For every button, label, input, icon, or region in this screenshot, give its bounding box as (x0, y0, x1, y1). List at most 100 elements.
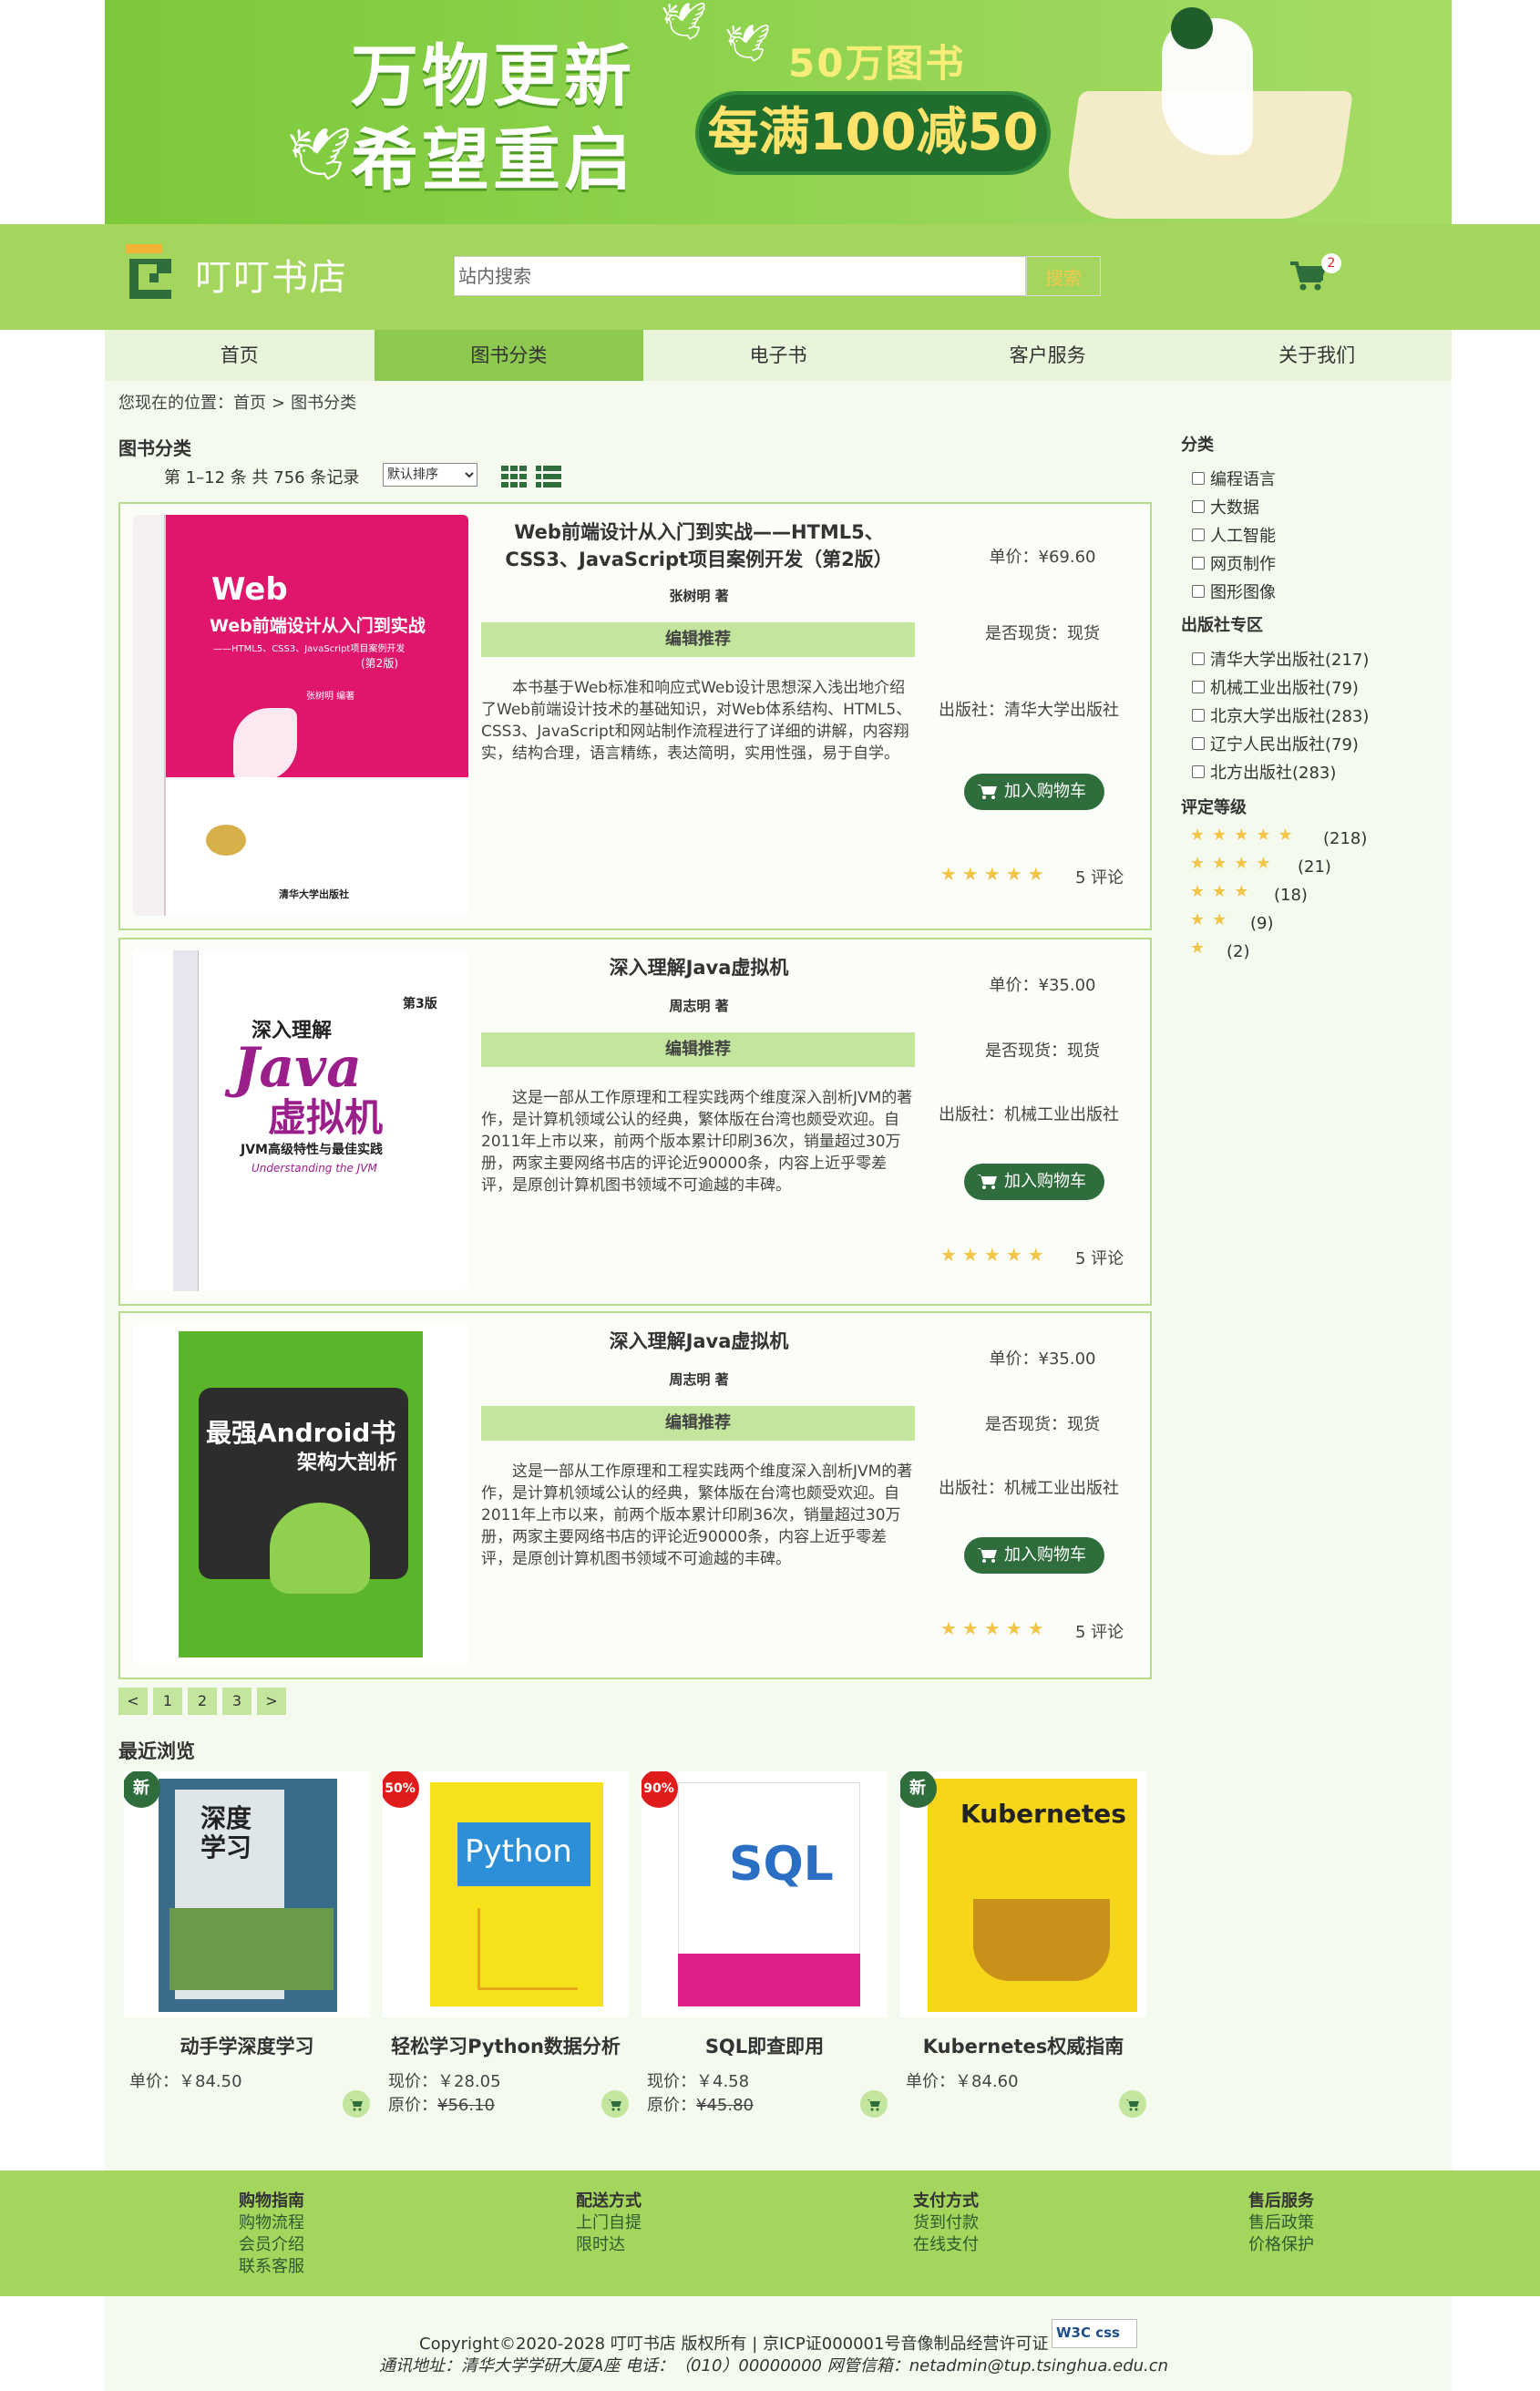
nav-about[interactable]: 关于我们 (1182, 330, 1452, 381)
book-title[interactable]: Web前端设计从入门到实战——HTML5、CSS3、JavaScript项目案例… (481, 518, 917, 573)
review-count[interactable]: 5 评论 (1075, 865, 1124, 888)
recent-item-name[interactable]: Kubernetes权威指南 (900, 2032, 1146, 2059)
nav-home[interactable]: 首页 (105, 330, 375, 381)
original-price-value: ¥45.80 (696, 2096, 754, 2115)
sidebar-category-item[interactable]: 大数据 (1192, 495, 1259, 518)
sidebar-publisher-item[interactable]: 北京大学出版社(283) (1192, 703, 1369, 727)
recent-item-cover[interactable]: 新 Kubernetes (900, 1771, 1146, 2017)
site-logo-text[interactable]: 叮叮书店 (195, 248, 348, 301)
footer-link[interactable]: 上门自提 (576, 2212, 642, 2234)
android-robot-illustration (270, 1503, 370, 1594)
nav-ebooks[interactable]: 电子书 (643, 330, 913, 381)
cover-edition: (第2版) (361, 657, 398, 670)
recent-item-name[interactable]: 轻松学习Python数据分析 (383, 2032, 629, 2059)
rating-filter-stars[interactable]: ★ (1190, 939, 1212, 958)
search-button[interactable]: 搜索 (1026, 256, 1101, 296)
recent-item-cover[interactable]: 90% SQL (642, 1771, 888, 2017)
checkbox[interactable] (1192, 557, 1205, 570)
checkbox[interactable] (1192, 472, 1205, 485)
footer-link[interactable]: 售后政策 (1248, 2212, 1314, 2234)
cover-title: SQL (729, 1837, 834, 1892)
grid-view-icon[interactable] (501, 466, 527, 487)
promo-banner[interactable]: 🕊 🕊 🕊 万物更新 希望重启 50万图书 每满100减50 (105, 0, 1452, 224)
footer-link[interactable]: 价格保护 (1248, 2234, 1314, 2256)
cart-icon (977, 785, 997, 799)
recent-item[interactable]: 新 Kubernetes Kubernetes权威指南 单价：￥84.60 (900, 1771, 1146, 2118)
rating-filter-count[interactable]: (2) (1227, 942, 1250, 961)
cart-icon (977, 1548, 997, 1563)
breadcrumb-current: 图书分类 (291, 394, 357, 413)
checkbox[interactable] (1192, 652, 1205, 665)
checkbox[interactable] (1192, 585, 1205, 598)
sidebar-publisher-item[interactable]: 机械工业出版社(79) (1192, 675, 1359, 699)
recent-item-cover[interactable]: 新 深度学习 (124, 1771, 370, 2017)
list-view-icon[interactable] (536, 466, 561, 487)
sidebar-category-item[interactable]: 人工智能 (1192, 523, 1276, 547)
page-2[interactable]: 2 (188, 1688, 217, 1715)
dove-icon: 🕊 (661, 1, 707, 43)
add-to-cart-button[interactable]: 加入购物车 (964, 1537, 1104, 1574)
add-to-cart-button[interactable]: 加入购物车 (964, 774, 1104, 810)
recent-item[interactable]: 90% SQL SQL即查即用 现价：￥4.58 原价：¥45.80 (642, 1771, 888, 2118)
book-title[interactable]: 深入理解Java虚拟机 (481, 1328, 917, 1355)
cart-icon (1126, 2099, 1139, 2111)
sidebar-category-item[interactable]: 编程语言 (1192, 467, 1276, 490)
checkbox[interactable] (1192, 500, 1205, 513)
logo-icon[interactable] (126, 244, 175, 301)
footer-link[interactable]: 联系客服 (239, 2256, 304, 2278)
sidebar-publisher-item[interactable]: 辽宁人民出版社(79) (1192, 732, 1359, 755)
checkbox[interactable] (1192, 737, 1205, 750)
footer-link[interactable]: 货到付款 (913, 2212, 979, 2234)
checkbox[interactable] (1192, 765, 1205, 778)
nav-categories[interactable]: 图书分类 (374, 330, 644, 381)
nav-customer-service[interactable]: 客户服务 (913, 330, 1183, 381)
footer-link[interactable]: 在线支付 (913, 2234, 979, 2256)
add-to-cart-button[interactable]: 加入购物车 (964, 1164, 1104, 1200)
review-count[interactable]: 5 评论 (1075, 1619, 1124, 1643)
book-cover[interactable]: 最强Android书 架构大剖析 (133, 1324, 468, 1665)
cart-count-badge[interactable]: 2 (1321, 253, 1341, 273)
recent-item[interactable]: 新 深度学习 动手学深度学习 单价：￥84.50 (124, 1771, 370, 2118)
review-count[interactable]: 5 评论 (1075, 1246, 1124, 1269)
recent-item-cover[interactable]: 50% Python (383, 1771, 629, 2017)
sidebar-category-item[interactable]: 图形图像 (1192, 580, 1276, 603)
w3c-css-badge[interactable]: W3C css (1052, 2319, 1137, 2348)
rating-filter-count[interactable]: (18) (1274, 886, 1308, 905)
book-cover[interactable]: 深入理解 Java 虚拟机 JVM高级特性与最佳实践 第3版 Understan… (133, 950, 468, 1291)
rating-filter-stars[interactable]: ★★★★★ (1190, 826, 1300, 845)
recent-item-name[interactable]: 动手学深度学习 (124, 2032, 370, 2059)
page-prev[interactable]: < (118, 1688, 148, 1715)
breadcrumb-home[interactable]: 首页 (233, 394, 266, 413)
editor-recommend-label: 编辑推荐 (481, 1032, 915, 1067)
rating-filter-stars[interactable]: ★★ (1190, 910, 1234, 929)
book-cover[interactable]: Web Web前端设计从入门到实战 ——HTML5、CSS3、JavaScrip… (133, 515, 468, 916)
cart-icon[interactable] (1290, 261, 1325, 292)
rating-filter-stars[interactable]: ★★★★ (1190, 854, 1278, 873)
recent-item-name[interactable]: SQL即查即用 (642, 2032, 888, 2059)
rating-filter-stars[interactable]: ★★★ (1190, 882, 1256, 901)
footer-link[interactable]: 限时达 (576, 2234, 642, 2256)
footer-link[interactable]: 会员介绍 (239, 2234, 304, 2256)
rating-filter-count[interactable]: (218) (1323, 829, 1367, 848)
sort-select[interactable]: 默认排序 (383, 463, 477, 487)
page-3[interactable]: 3 (222, 1688, 252, 1715)
add-to-cart-mini-button[interactable] (860, 2090, 888, 2118)
footer-link[interactable]: 购物流程 (239, 2212, 304, 2234)
footer-heading: 购物指南 (239, 2191, 304, 2211)
page-next[interactable]: > (257, 1688, 286, 1715)
sidebar-publisher-item[interactable]: 北方出版社(283) (1192, 760, 1336, 784)
add-to-cart-mini-button[interactable] (1119, 2090, 1146, 2118)
recent-item[interactable]: 50% Python 轻松学习Python数据分析 现价：￥28.05 原价：¥… (383, 1771, 629, 2118)
add-to-cart-mini-button[interactable] (601, 2090, 629, 2118)
sidebar-publisher-item[interactable]: 清华大学出版社(217) (1192, 647, 1369, 671)
checkbox[interactable] (1192, 709, 1205, 722)
checkbox[interactable] (1192, 528, 1205, 541)
rating-filter-count[interactable]: (21) (1298, 857, 1331, 877)
add-to-cart-mini-button[interactable] (343, 2090, 370, 2118)
search-input[interactable] (454, 256, 1026, 296)
rating-filter-count[interactable]: (9) (1250, 914, 1274, 933)
checkbox[interactable] (1192, 681, 1205, 693)
book-title[interactable]: 深入理解Java虚拟机 (481, 954, 917, 981)
page-1[interactable]: 1 (153, 1688, 182, 1715)
sidebar-category-item[interactable]: 网页制作 (1192, 551, 1276, 575)
